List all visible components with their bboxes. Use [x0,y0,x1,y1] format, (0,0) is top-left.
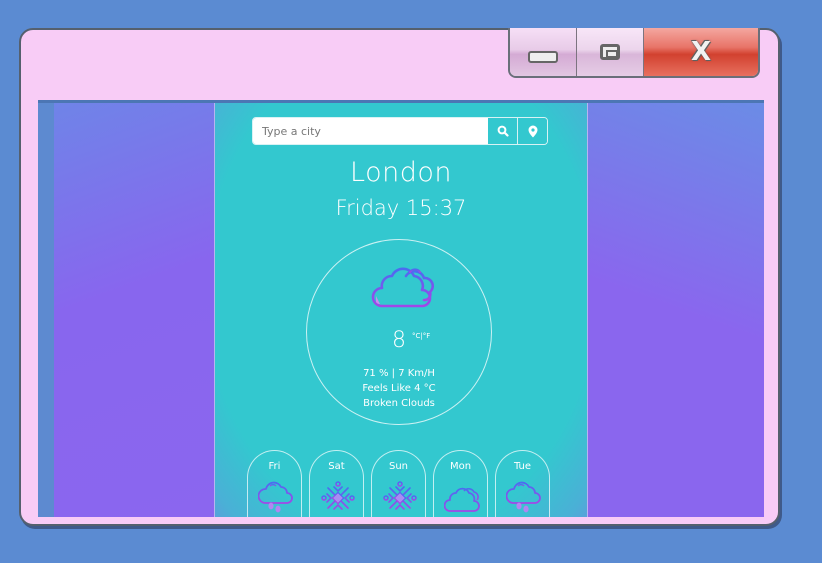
rain-clouds-icon [506,481,542,513]
city-search-input[interactable] [253,118,488,144]
forecast-day-label: Sat [328,461,345,472]
weather-details: 71 % | 7 Km/H Feels Like 4 °C Broken Clo… [307,366,491,411]
forecast-list: Fri Sat Sun Mon Tue [247,450,550,517]
minimize-icon [528,51,558,63]
maximize-button[interactable] [577,28,644,76]
maximize-icon [600,44,620,60]
current-weather-card: 8 °C|°F 71 % | 7 Km/H Feels Like 4 °C Br… [306,239,492,425]
weather-app: London Friday 15:37 8 °C|°F 71 % | 7 Km/… [214,103,588,517]
close-icon: X [690,37,712,67]
search-button[interactable] [488,118,517,144]
forecast-day: Tue [495,450,550,517]
window-controls: X [508,28,760,78]
current-location-button[interactable] [517,118,547,144]
broken-clouds-icon [370,262,436,310]
close-button[interactable]: X [644,28,758,76]
rain-clouds-icon [258,481,294,513]
window-client-area: London Friday 15:37 8 °C|°F 71 % | 7 Km/… [38,100,764,517]
temperature-value: 8 [392,328,406,353]
snowflake-icon [320,481,356,513]
forecast-day-label: Sun [388,461,409,472]
forecast-day: Sun [371,450,426,517]
broken-clouds-icon [444,481,480,513]
forecast-day-label: Mon [449,461,472,472]
weather-description: Broken Clouds [363,398,435,409]
feels-like: Feels Like 4 °C [362,383,436,394]
right-background-panel [586,103,764,517]
forecast-day: Fri [247,450,302,517]
unit-toggle: °C|°F [412,332,430,340]
city-name: London [350,157,452,188]
snowflake-icon [382,481,418,513]
fahrenheit-link[interactable]: °F [423,332,431,340]
date-time: Friday 15:37 [335,196,467,220]
forecast-day-label: Tue [513,461,532,472]
app-window: X London [19,28,780,526]
search-icon [497,125,509,137]
left-background-panel [54,103,214,517]
forecast-day: Sat [309,450,364,517]
forecast-day-label: Fri [268,461,281,472]
map-marker-icon [528,125,537,137]
search-bar [252,117,548,145]
minimize-button[interactable] [510,28,577,76]
humidity-wind: 71 % | 7 Km/H [363,368,435,379]
forecast-day: Mon [433,450,488,517]
